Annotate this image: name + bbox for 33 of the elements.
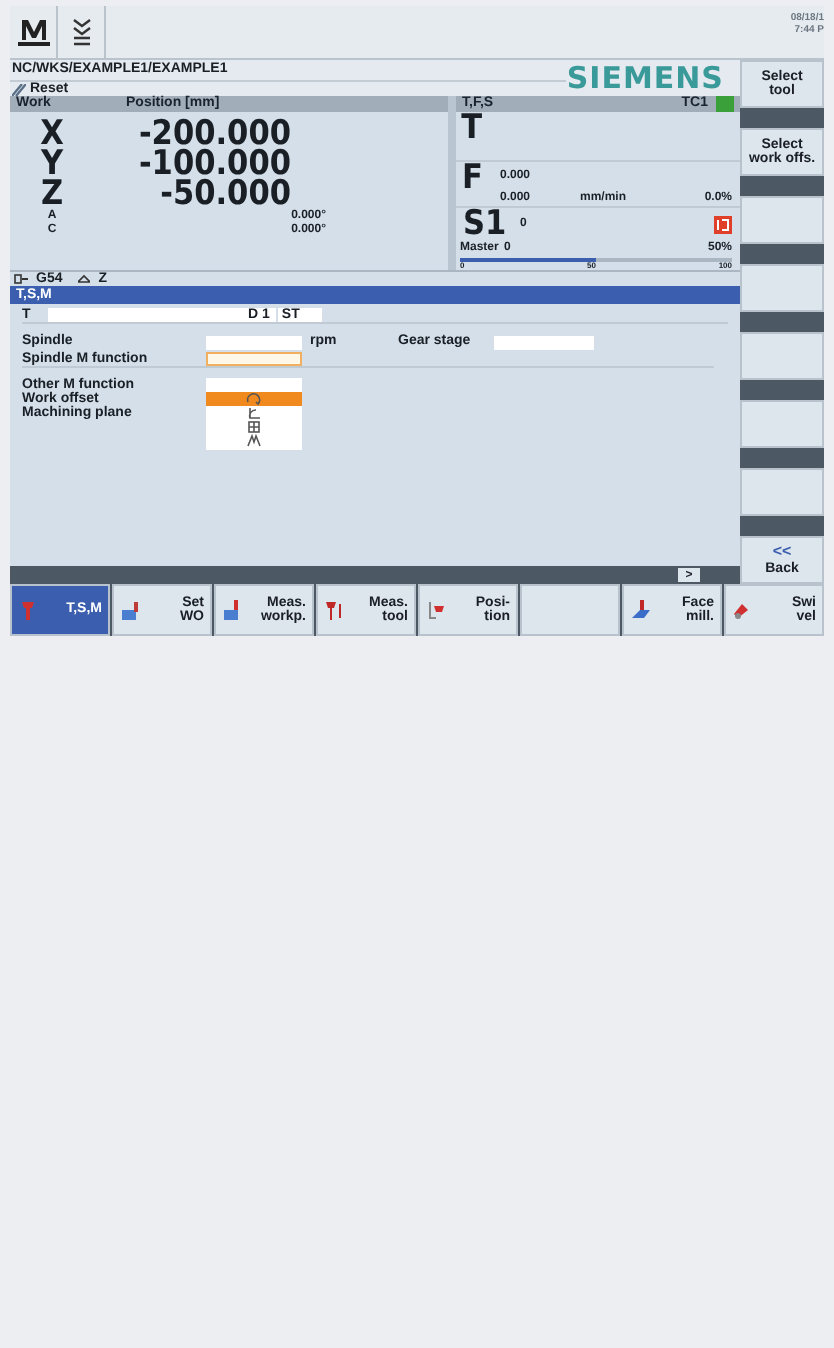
softkey-icon [426, 600, 446, 620]
softkey-icon [120, 600, 140, 620]
work-offset-icon [14, 274, 28, 284]
softkey-icon [732, 600, 752, 620]
feed-label: F [462, 161, 485, 202]
axis-position: -100.000 [136, 148, 291, 182]
axis-name: X [38, 118, 66, 152]
axis-name: Z [38, 178, 66, 212]
softkey-icon [222, 600, 242, 620]
tool-field[interactable] [48, 308, 248, 322]
gear-stage-field[interactable] [494, 335, 594, 349]
softkey[interactable] [520, 584, 620, 636]
spindle-m-field[interactable] [206, 352, 302, 366]
tool-carrier-status-icon [716, 96, 734, 112]
plane-icon [78, 274, 91, 284]
softkey-icon [18, 600, 38, 620]
softkey[interactable] [740, 264, 824, 312]
tool-label: T [461, 112, 483, 146]
spindle-label: S1 [463, 208, 507, 243]
softkey[interactable] [740, 400, 824, 448]
softkey[interactable] [740, 468, 824, 516]
siemens-logo: SIEMENS [566, 61, 724, 95]
axis-position: -200.000 [136, 118, 291, 152]
machine-mode-icon[interactable] [15, 16, 51, 48]
axis-position: -50.000 [160, 178, 291, 212]
softkey[interactable] [740, 196, 824, 244]
softkey-icon [630, 600, 650, 620]
softkey-icon [324, 600, 344, 620]
axis-name: Y [38, 148, 66, 182]
reset-status-icon [12, 83, 26, 95]
spindle-field[interactable] [206, 335, 302, 349]
softkey[interactable] [740, 332, 824, 380]
spindle-stop-icon [714, 216, 732, 235]
